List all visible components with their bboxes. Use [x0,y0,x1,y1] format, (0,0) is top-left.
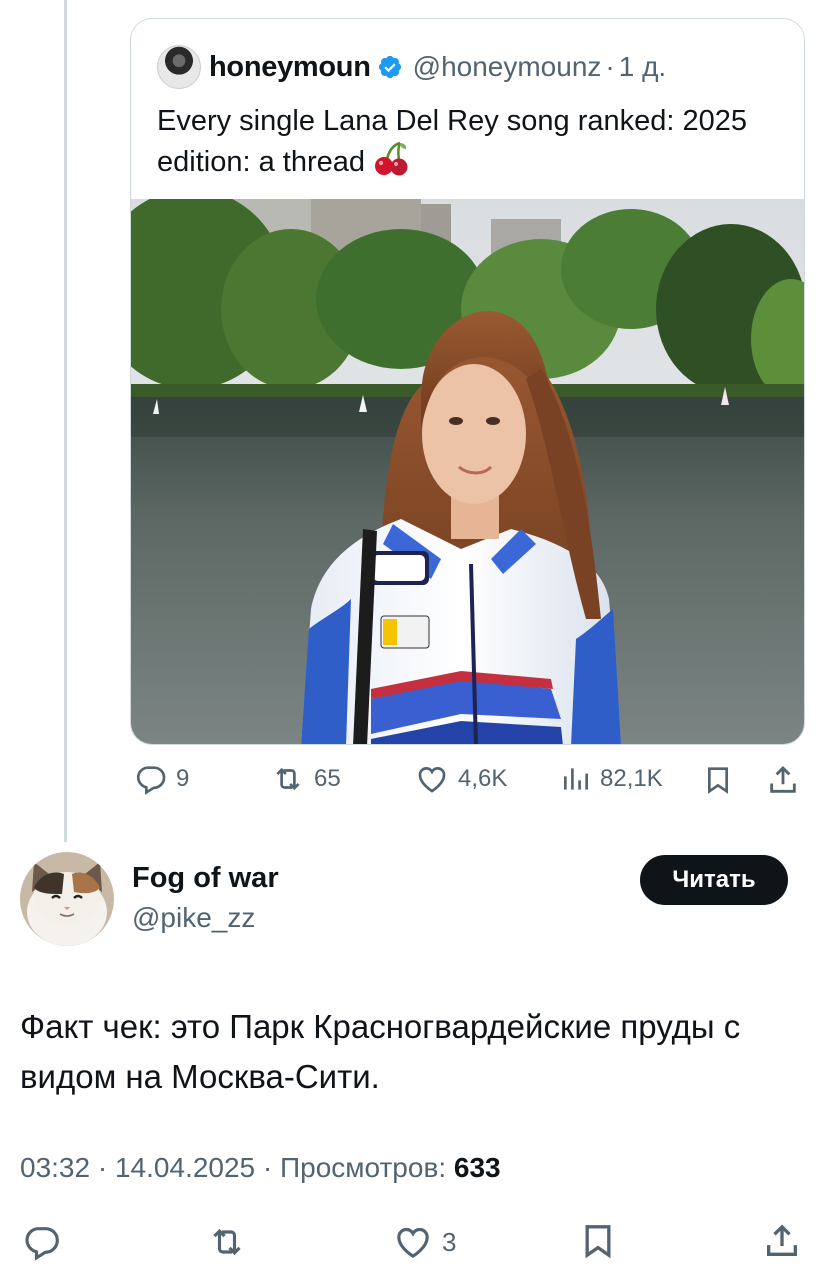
reply-author-avatar[interactable] [20,852,114,946]
thread-connector-line [64,0,67,842]
reply-icon [136,766,166,795]
heart-icon [397,1227,429,1259]
cat-avatar-image [20,852,114,946]
quoted-views-count: 82,1K [600,765,663,792]
like-action[interactable]: 3 [392,1222,456,1262]
quoted-repost-count: 65 [314,765,341,792]
quoted-like-count: 4,6K [458,765,508,792]
tweet-time[interactable]: 03:32 [20,1152,90,1183]
quoted-views-action[interactable]: 82,1K [560,762,663,796]
quoted-tweet-text: Every single Lana Del Rey song ranked: 2… [157,101,757,182]
separator-dot: · [97,1152,108,1183]
quoted-author-name[interactable]: honeymoun [209,51,371,84]
bookmark-icon [708,767,728,794]
quoted-tweet-text-content: Every single Lana Del Rey song ranked: 2… [157,105,748,178]
views-chart-icon [564,768,588,790]
repost-action[interactable] [206,1222,248,1262]
share-icon [770,765,796,793]
quoted-bookmark-action[interactable] [702,762,734,798]
quoted-author-handle[interactable]: @honeymounz [413,51,602,83]
views-count: 633 [453,1152,501,1183]
share-action[interactable] [762,1220,802,1262]
heart-icon [418,767,446,793]
tweet-meta: 03:32 · 14.04.2025 · Просмотров: 633 [20,1152,501,1184]
verified-badge-icon [378,55,401,79]
share-icon [767,1224,797,1256]
repost-icon [276,767,300,791]
follow-button[interactable]: Читать [640,855,788,905]
lake-portrait-image [131,199,804,744]
reply-author-name[interactable]: Fog of war [132,862,279,895]
quoted-repost-action[interactable]: 65 [270,762,341,796]
quoted-share-action[interactable] [766,762,800,798]
quoted-tweet-time[interactable]: 1 д. [619,51,666,83]
views-label: Просмотров: [280,1152,447,1183]
like-count: 3 [442,1226,457,1257]
separator-dot: · [605,51,615,82]
quoted-author-avatar[interactable] [157,45,201,89]
quoted-reply-count: 9 [176,765,190,792]
separator-dot: · [262,1152,273,1183]
reply-action[interactable] [22,1222,62,1262]
repost-icon [213,1228,241,1256]
quoted-tweet-photo[interactable] [131,199,804,744]
reply-text: Факт чек: это Парк Красногвардейские пру… [20,1008,741,1095]
quoted-reply-action[interactable]: 9 [134,762,189,796]
reply-icon [25,1227,59,1261]
bookmark-icon [585,1225,611,1259]
quoted-like-action[interactable]: 4,6K [414,762,507,796]
quoted-tweet-card[interactable]: honeymoun @honeymounz · 1 д. Every singl… [130,18,805,745]
reply-author-handle[interactable]: @pike_zz [132,902,255,934]
bookmark-action[interactable] [578,1220,618,1262]
tweet-date[interactable]: 14.04.2025 [115,1152,255,1183]
quoted-tweet-header: honeymoun @honeymounz · 1 д. [157,45,666,89]
cherries-emoji-icon [374,141,408,176]
